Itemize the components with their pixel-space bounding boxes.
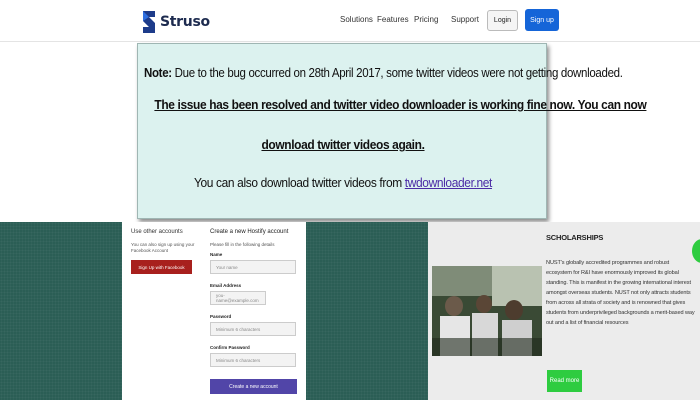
nav-link-support[interactable]: Support	[451, 15, 479, 24]
scholarships-title: SCHOLARSHIPS	[546, 233, 604, 242]
notice-line-2: The issue has been resolved and twitter …	[154, 97, 647, 112]
brand-logo[interactable]: Struso	[141, 9, 210, 35]
password-field[interactable]: Minimum 6 characters	[210, 322, 296, 336]
create-account-button[interactable]: Create a new account	[210, 379, 297, 394]
green-texture-panel-left	[0, 222, 122, 400]
notice-line-1: Note: Due to the bug occurred on 28th Ap…	[144, 66, 623, 80]
struso-logo-icon	[143, 11, 155, 33]
top-navbar: Struso Solutions Features Pricing Suppor…	[0, 0, 700, 42]
signup-form: Create a new Hostify account Please fill…	[202, 222, 306, 400]
twdownloader-link[interactable]: twdownloader.net	[405, 175, 493, 190]
social-signup-panel: Use other accounts You can also sign up …	[122, 222, 202, 400]
students-photo-image	[432, 266, 542, 356]
notice-alt-text: You can also download twitter videos fro…	[193, 175, 405, 190]
read-more-button[interactable]: Read more	[547, 370, 582, 392]
notice-line-3: download twitter videos again.	[261, 137, 425, 152]
facebook-signup-button[interactable]: Sign Up with Facebook	[131, 260, 192, 274]
form-title: Create a new Hostify account	[210, 229, 289, 235]
notice-line-4: You can also download twitter videos fro…	[154, 175, 531, 190]
green-texture-panel-right	[306, 222, 428, 400]
nav-link-features[interactable]: Features	[377, 15, 409, 24]
social-title: Use other accounts	[131, 229, 183, 235]
email-field[interactable]: you-name@example.com	[210, 291, 266, 305]
confirm-password-label: Confirm Password	[210, 345, 250, 350]
name-field[interactable]: Your name	[210, 260, 296, 274]
scholarships-card: SCHOLARSHIPS NUST's globally accredited …	[428, 222, 700, 400]
signup-button[interactable]: Sign up	[525, 9, 559, 31]
notice-bug-text: Due to the bug occurred on 28th April 20…	[171, 66, 623, 80]
confirm-password-field[interactable]: Minimum 6 characters	[210, 353, 296, 367]
nav-link-solutions[interactable]: Solutions	[340, 15, 373, 24]
name-label: Name	[210, 252, 223, 257]
notice-panel: Note: Due to the bug occurred on 28th Ap…	[137, 43, 647, 219]
login-button[interactable]: Login	[487, 10, 518, 31]
social-description: You can also sign up using your Facebook…	[131, 242, 195, 253]
students-photo	[432, 266, 542, 356]
scholarships-description: NUST's globally accredited programmes an…	[546, 260, 695, 326]
nav-link-pricing[interactable]: Pricing	[414, 15, 438, 24]
form-subtitle: Please fill in the following details	[210, 242, 275, 247]
note-label: Note:	[144, 66, 172, 80]
brand-name: Struso	[160, 14, 210, 30]
email-label: Email Address	[210, 283, 242, 288]
password-label: Password	[210, 314, 232, 319]
